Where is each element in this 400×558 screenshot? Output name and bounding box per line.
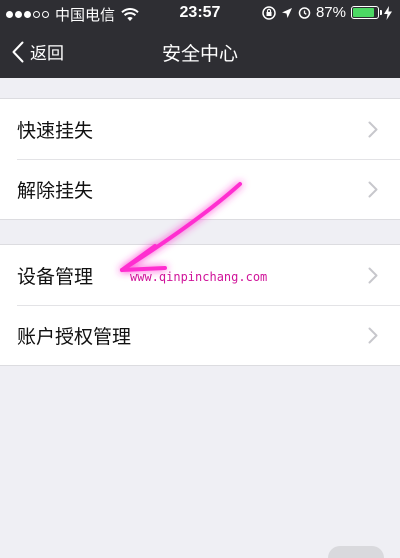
menu-item-label: 快速挂失 [17, 119, 94, 142]
page-title: 安全中心 [161, 43, 238, 65]
battery-icon [351, 6, 382, 19]
menu-item-label: 解除挂失 [17, 179, 94, 202]
chevron-right-icon [368, 181, 378, 198]
nav-bar: 返回 安全中心 [0, 26, 400, 78]
floating-button [328, 546, 384, 558]
screen: 中国电信 23:57 87% 返回 安全中心 快速挂失 解除挂失 设备管理 账户… [0, 0, 400, 558]
list-group-1: 快速挂失 解除挂失 [0, 98, 400, 220]
menu-item-label: 账户授权管理 [17, 325, 132, 348]
watermark: www.qinpinchang.com [130, 270, 268, 284]
charging-icon [384, 5, 392, 20]
menu-item-quick-report-loss[interactable]: 快速挂失 [0, 99, 400, 159]
chevron-right-icon [368, 267, 378, 284]
list-group-2: 设备管理 账户授权管理 [0, 244, 400, 366]
alarm-icon [298, 7, 311, 19]
rotation-lock-icon [262, 5, 276, 20]
status-right: 87% [262, 4, 392, 21]
chevron-right-icon [368, 327, 378, 344]
menu-item-cancel-report-loss[interactable]: 解除挂失 [0, 159, 400, 219]
battery-percent: 87% [315, 4, 346, 21]
menu-item-label: 设备管理 [17, 265, 94, 288]
battery-fill [353, 8, 374, 17]
status-bar: 中国电信 23:57 87% [0, 0, 400, 26]
chevron-right-icon [368, 121, 378, 138]
location-icon [281, 7, 292, 18]
menu-item-account-authorization[interactable]: 账户授权管理 [0, 305, 400, 365]
